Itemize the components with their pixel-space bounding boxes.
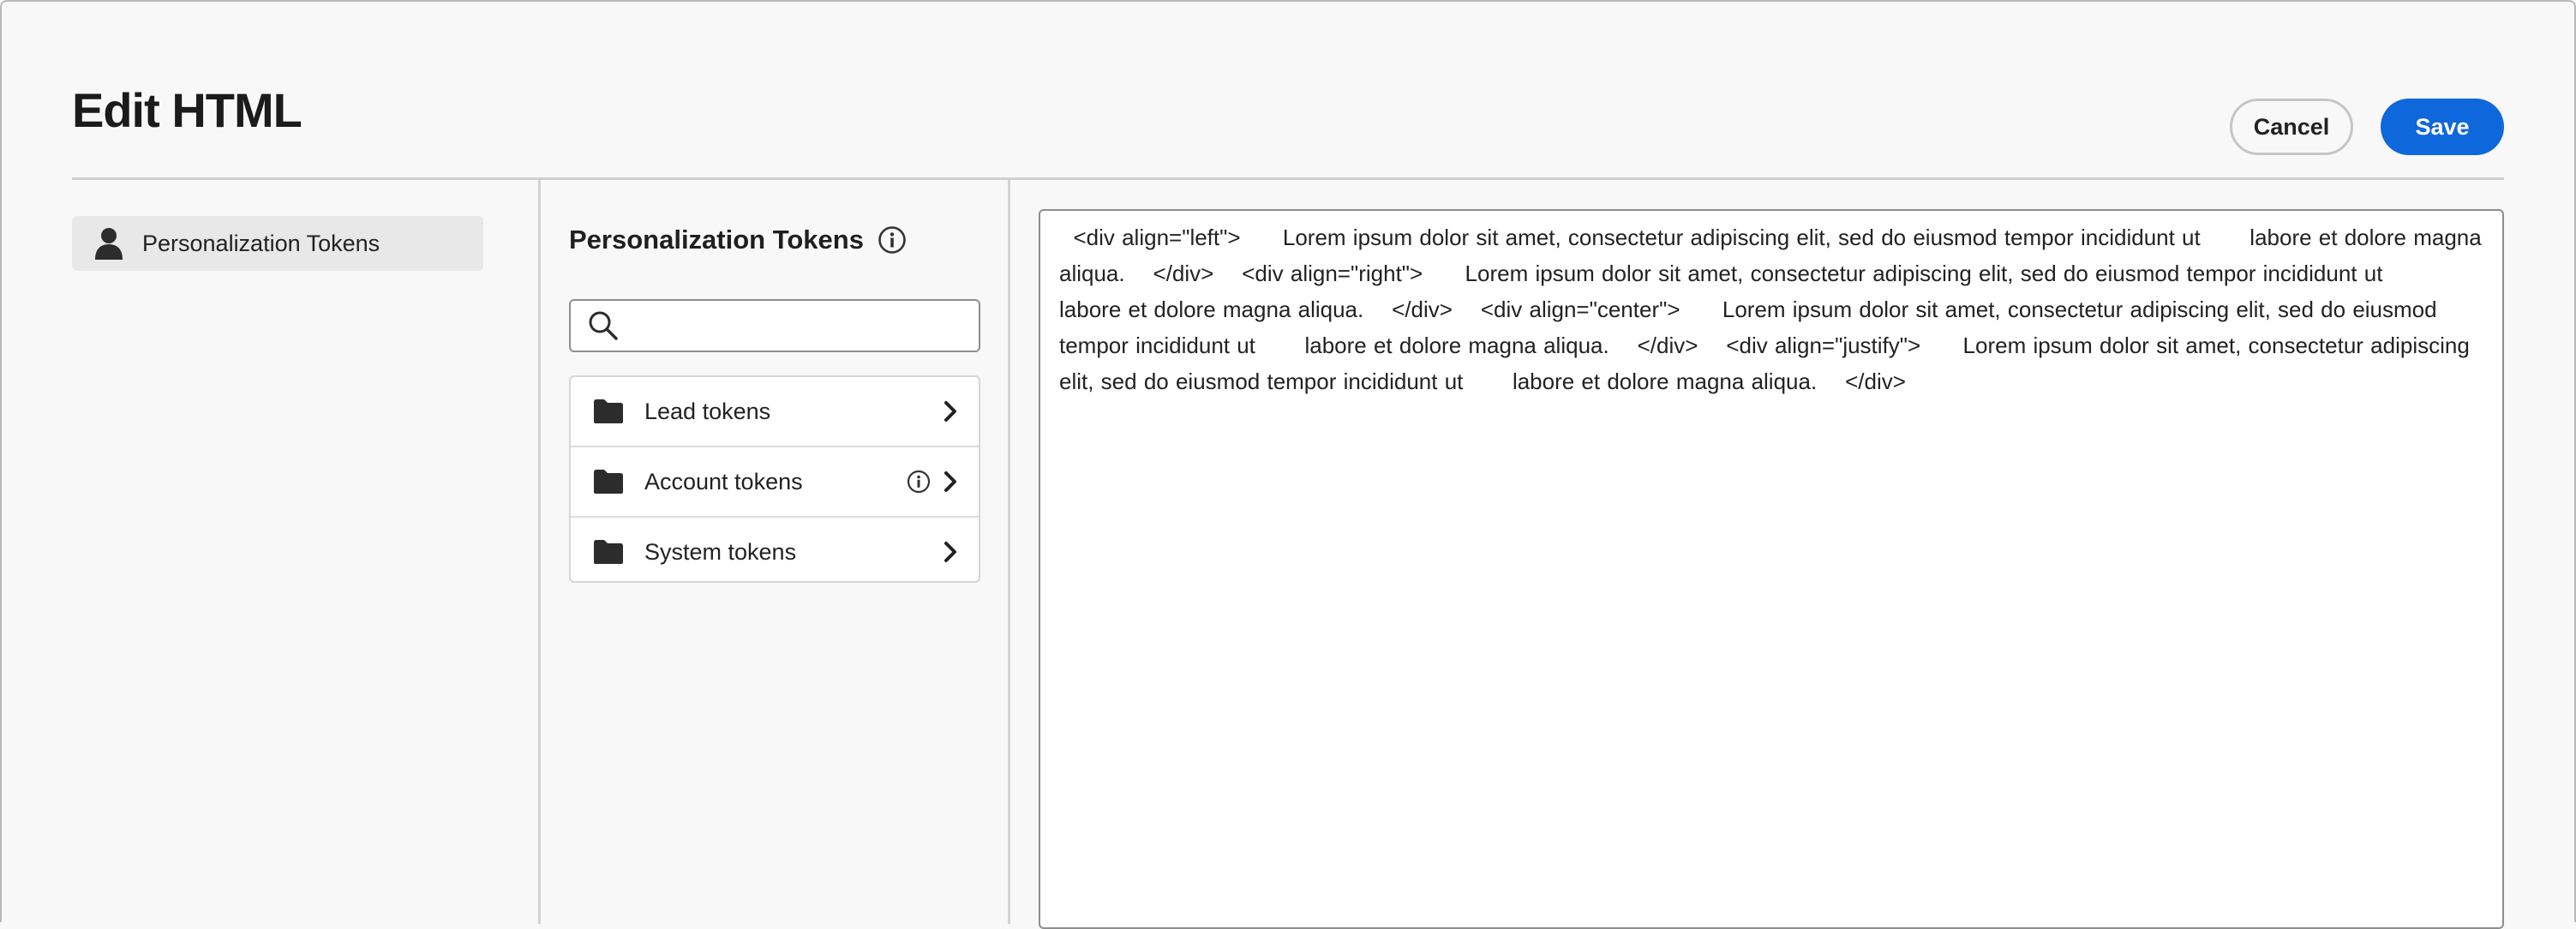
sidebar-item-personalization-tokens[interactable]: Personalization Tokens: [72, 216, 483, 271]
folder-icon: [594, 399, 623, 423]
html-editor[interactable]: <div align="left"> Lorem ipsum dolor sit…: [1039, 209, 2504, 929]
tokens-panel-title: Personalization Tokens: [569, 225, 907, 255]
save-button[interactable]: Save: [2381, 99, 2504, 155]
tokens-panel-title-text: Personalization Tokens: [569, 225, 864, 255]
list-item-label: System tokens: [644, 538, 797, 565]
chevron-right-icon: [944, 471, 956, 492]
panel-divider: [1008, 180, 1010, 924]
search-icon: [589, 311, 618, 340]
folder-icon: [594, 470, 623, 494]
folder-icon: [594, 540, 623, 564]
list-item-label: Account tokens: [644, 468, 803, 494]
sidebar-item-label: Personalization Tokens: [142, 230, 380, 256]
html-editor-content[interactable]: <div align="left"> Lorem ipsum dolor sit…: [1059, 219, 2485, 399]
chevron-right-icon: [944, 542, 956, 562]
list-item-lead-tokens[interactable]: Lead tokens: [571, 377, 979, 447]
page-title: Edit HTML: [72, 83, 303, 137]
user-icon: [95, 228, 123, 260]
list-item-account-tokens[interactable]: Account tokens: [571, 447, 979, 518]
header-divider: [72, 177, 2504, 180]
cancel-button[interactable]: Cancel: [2230, 99, 2353, 155]
search-field[interactable]: [569, 299, 980, 352]
info-icon[interactable]: [878, 225, 907, 255]
list-item-label: Lead tokens: [644, 398, 771, 424]
list-item-system-tokens[interactable]: System tokens: [571, 518, 979, 586]
sidebar-divider: [538, 180, 541, 924]
search-input[interactable]: [627, 303, 979, 348]
info-icon[interactable]: [907, 470, 931, 494]
token-list: Lead tokens Account tokens System tokens: [569, 375, 980, 583]
chevron-right-icon: [944, 401, 956, 422]
